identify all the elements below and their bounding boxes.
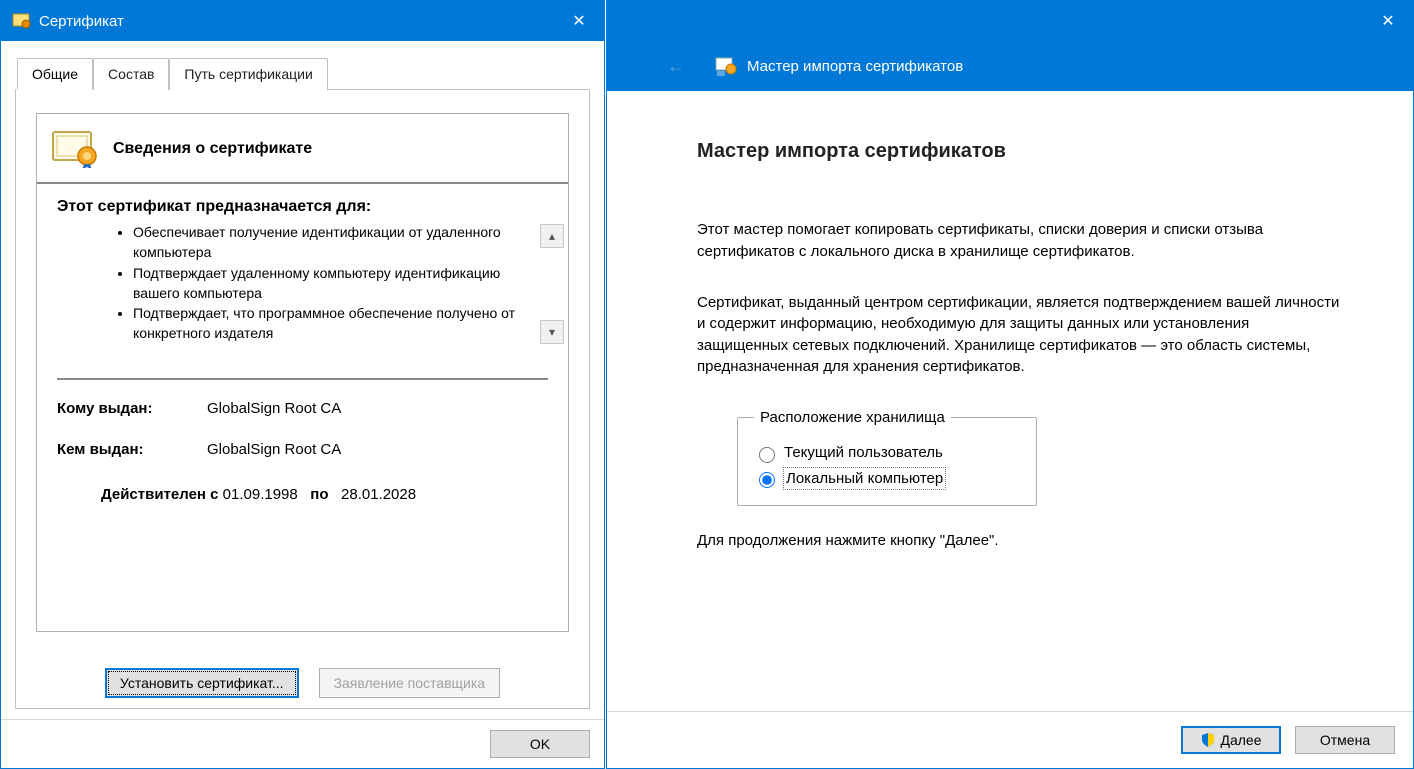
radio-current-user[interactable]	[759, 447, 775, 463]
window-title-text: Сертификат	[39, 13, 124, 30]
cert-purpose-title: Этот сертификат предназначается для:	[57, 198, 518, 216]
cert-info-heading: Сведения о сертификате	[113, 140, 312, 158]
cert-info-panel: Сведения о сертификате Этот сертификат п…	[36, 113, 569, 632]
shield-icon	[1200, 732, 1216, 748]
radio-current-user-label[interactable]: Текущий пользователь	[784, 442, 943, 463]
wizard-header-title: Мастер импорта сертификатов	[747, 58, 963, 75]
close-button[interactable]: ✕	[1363, 1, 1413, 41]
next-button-label: Далее	[1220, 732, 1261, 748]
issued-by-row: Кем выдан: GlobalSign Root CA	[57, 441, 548, 458]
scrollbar[interactable]: ▴ ▾	[540, 224, 564, 344]
radio-local-machine[interactable]	[759, 472, 775, 488]
tab-cert-path[interactable]: Путь сертификации	[169, 58, 327, 90]
certificate-window: Сертификат ✕ Общие Состав Путь сертифика…	[0, 0, 605, 769]
install-certificate-button[interactable]: Установить сертификат...	[105, 668, 299, 698]
valid-from-label: Действителен с	[101, 486, 219, 503]
wizard-header-bar: ← Мастер импорта сертификатов	[607, 41, 1413, 91]
cert-buttons-row: Установить сертификат... Заявление поста…	[16, 650, 589, 708]
import-wizard-window: ✕ ← Мастер импорта сертификатов Мастер и…	[606, 0, 1414, 769]
valid-from-value: 01.09.1998	[223, 486, 298, 503]
issued-by-value: GlobalSign Root CA	[207, 441, 341, 458]
titlebar[interactable]: Сертификат ✕	[1, 1, 604, 41]
certificate-large-icon	[51, 130, 99, 168]
window-title: Сертификат	[11, 11, 124, 31]
cancel-button[interactable]: Отмена	[1295, 726, 1395, 754]
dialog-button-bar: OK	[1, 719, 604, 768]
valid-to-value: 28.01.2028	[341, 486, 416, 503]
radio-current-user-row[interactable]: Текущий пользователь	[754, 442, 1020, 463]
cert-purpose-item: Обеспечивает получение идентификации от …	[133, 222, 518, 263]
cert-purpose-section: Этот сертификат предназначается для: Обе…	[37, 184, 568, 358]
issued-to-row: Кому выдан: GlobalSign Root CA	[57, 400, 548, 417]
issuer-statement-button: Заявление поставщика	[319, 668, 501, 698]
radio-local-machine-label[interactable]: Локальный компьютер	[784, 468, 945, 489]
cert-purpose-item: Подтверждает, что программное обеспечени…	[133, 303, 518, 344]
close-button[interactable]: ✕	[554, 1, 604, 41]
issued-to-label: Кому выдан:	[57, 400, 207, 417]
wizard-certificate-icon	[715, 55, 737, 77]
cert-info-header: Сведения о сертификате	[37, 114, 568, 184]
ok-button[interactable]: OK	[490, 730, 590, 758]
radio-local-machine-row[interactable]: Локальный компьютер	[754, 468, 1020, 489]
store-location-group: Расположение хранилища Текущий пользоват…	[737, 407, 1037, 506]
certificate-icon	[11, 11, 31, 31]
next-button[interactable]: Далее	[1181, 726, 1281, 754]
wizard-heading: Мастер импорта сертификатов	[697, 137, 1343, 165]
back-arrow-icon[interactable]: ←	[667, 56, 685, 77]
wizard-intro-2: Сертификат, выданный центром сертификаци…	[697, 292, 1343, 377]
cert-purpose-list: Обеспечивает получение идентификации от …	[57, 222, 518, 344]
wizard-titlebar[interactable]: ✕	[607, 1, 1413, 41]
issued-by-label: Кем выдан:	[57, 441, 207, 458]
wizard-intro-1: Этот мастер помогает копировать сертифик…	[697, 219, 1343, 262]
validity-row: Действителен с 01.09.1998 по 28.01.2028	[57, 482, 548, 503]
divider	[57, 378, 548, 380]
wizard-footer: Далее Отмена	[607, 711, 1413, 768]
tab-strip: Общие Состав Путь сертификации	[17, 57, 590, 90]
tab-general[interactable]: Общие	[17, 58, 93, 90]
issued-to-value: GlobalSign Root CA	[207, 400, 341, 417]
tab-details[interactable]: Состав	[93, 58, 169, 90]
valid-to-label: по	[310, 486, 328, 503]
wizard-body: Мастер импорта сертификатов Этот мастер …	[607, 91, 1413, 711]
cert-fields: Кому выдан: GlobalSign Root CA Кем выдан…	[37, 390, 568, 513]
scroll-up-button[interactable]: ▴	[540, 224, 564, 248]
scroll-down-button[interactable]: ▾	[540, 320, 564, 344]
tab-content: Сведения о сертификате Этот сертификат п…	[15, 89, 590, 709]
cert-purpose-item: Подтверждает удаленному компьютеру идент…	[133, 263, 518, 304]
continue-hint: Для продолжения нажмите кнопку "Далее".	[697, 530, 1343, 551]
store-location-legend: Расположение хранилища	[754, 407, 951, 428]
